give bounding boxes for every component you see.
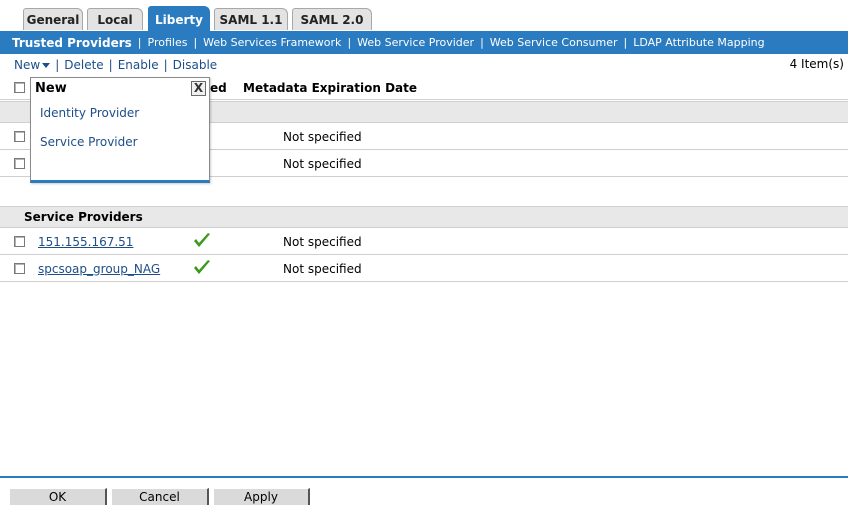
table-row: 151.155.167.51 Not specified: [0, 229, 848, 255]
metadata-expiration: Not specified: [283, 156, 362, 171]
subnav-trusted-providers[interactable]: Trusted Providers: [12, 36, 132, 50]
toolbar-separator: |: [108, 58, 113, 72]
checkmark-icon: [194, 233, 210, 247]
tab-general[interactable]: General: [23, 8, 83, 30]
subnav-web-services-framework[interactable]: Web Services Framework: [203, 36, 341, 49]
toolbar-separator: |: [55, 58, 60, 72]
disable-button[interactable]: Disable: [173, 58, 218, 72]
service-providers-group: Service Providers: [0, 206, 848, 228]
apply-button[interactable]: Apply: [213, 488, 310, 505]
tab-label: Liberty: [155, 12, 203, 27]
metadata-expiration: Not specified: [283, 129, 362, 144]
provider-name-link[interactable]: spcsoap_group_NAG: [38, 262, 160, 276]
menu-item-identity-provider[interactable]: Identity Provider: [40, 106, 139, 120]
sub-navigation: Trusted Providers | Profiles | Web Servi…: [0, 31, 848, 54]
enable-button[interactable]: Enable: [118, 58, 159, 72]
table-row: spcsoap_group_NAG Not specified: [0, 256, 848, 282]
row-checkbox[interactable]: [14, 263, 25, 274]
close-icon[interactable]: X: [191, 81, 206, 96]
row-checkbox[interactable]: [14, 158, 25, 169]
tab-label: Local: [97, 13, 133, 27]
metadata-expiration: Not specified: [283, 261, 362, 276]
group-label: Service Providers: [24, 210, 143, 224]
ok-button[interactable]: OK: [9, 488, 107, 505]
subnav-separator: |: [480, 36, 484, 49]
tab-liberty[interactable]: Liberty: [148, 6, 210, 31]
popup-title: New: [35, 81, 67, 96]
tab-saml-2-0[interactable]: SAML 2.0: [292, 8, 372, 30]
tab-label: SAML 2.0: [300, 13, 364, 27]
new-dropdown-menu: New X Identity Provider Service Provider: [30, 77, 210, 183]
footer-divider: [0, 476, 848, 478]
row-checkbox[interactable]: [14, 236, 25, 247]
subnav-separator: |: [623, 36, 628, 49]
chevron-down-icon: [42, 63, 51, 68]
new-label: New: [14, 58, 41, 72]
item-count: 4 Item(s): [789, 57, 844, 71]
checkmark-icon: [194, 260, 210, 274]
metadata-expiration: Not specified: [283, 234, 362, 249]
subnav-separator: |: [347, 36, 352, 49]
tab-label: General: [26, 13, 80, 27]
column-metadata-header: Metadata Expiration Date: [243, 80, 418, 95]
subnav-web-service-provider[interactable]: Web Service Provider: [357, 36, 474, 49]
subnav-separator: |: [193, 36, 198, 49]
tab-saml-1-1[interactable]: SAML 1.1: [214, 8, 288, 30]
new-button[interactable]: New: [14, 58, 51, 72]
tab-bar: General Local Liberty SAML 1.1 SAML 2.0: [0, 0, 848, 31]
action-toolbar: New | Delete | Enable | Disable: [0, 55, 848, 75]
select-all-checkbox[interactable]: [14, 82, 25, 93]
tab-label: SAML 1.1: [219, 13, 283, 27]
cancel-button[interactable]: Cancel: [111, 488, 209, 505]
subnav-profiles[interactable]: Profiles: [148, 36, 188, 49]
row-checkbox[interactable]: [14, 131, 25, 142]
subnav-ldap-attribute-mapping[interactable]: LDAP Attribute Mapping: [633, 36, 764, 49]
toolbar-separator: |: [163, 58, 168, 72]
provider-name-link[interactable]: 151.155.167.51: [38, 235, 133, 249]
tab-local[interactable]: Local: [87, 8, 143, 30]
menu-item-service-provider[interactable]: Service Provider: [40, 135, 138, 149]
subnav-separator: |: [137, 36, 142, 49]
delete-button[interactable]: Delete: [64, 58, 103, 72]
subnav-web-service-consumer[interactable]: Web Service Consumer: [490, 36, 618, 49]
column-enabled-header: ed: [210, 80, 227, 95]
